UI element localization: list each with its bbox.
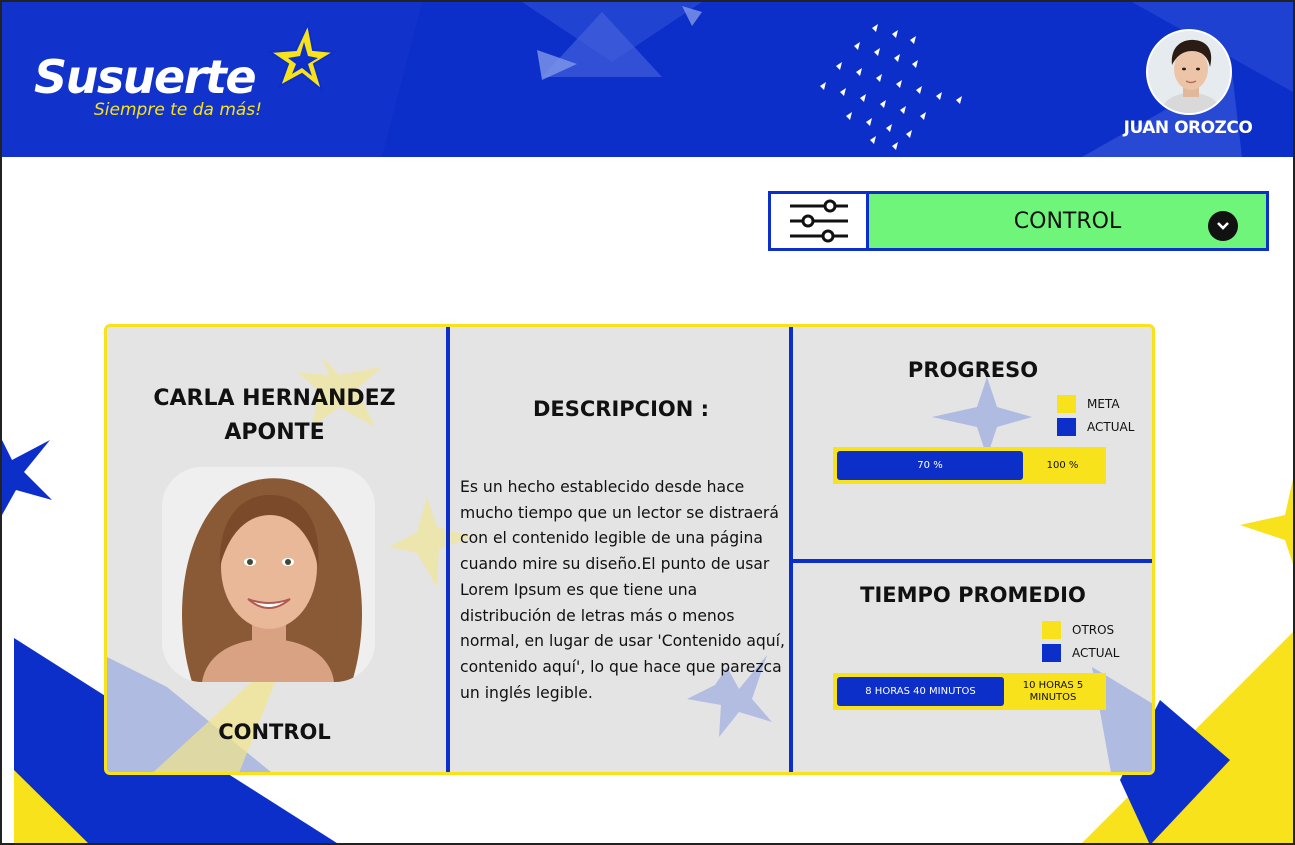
legend-swatch [1042, 620, 1061, 639]
employee-name-line2: APONTE [224, 420, 325, 445]
legend-swatch [1042, 643, 1061, 662]
column-divider [446, 327, 450, 772]
progress-bar: 70 % 100 % [833, 447, 1106, 484]
legend-item-others: OTROS [1042, 618, 1119, 641]
employee-name-line1: CARLA HERNANDEZ [153, 386, 396, 411]
legend-item-actual: ACTUAL [1057, 415, 1134, 438]
description-title: DESCRIPCION : [532, 397, 710, 421]
legend-label: ACTUAL [1087, 419, 1135, 434]
legend-label: OTROS [1072, 622, 1115, 637]
legend-item-actual: ACTUAL [1042, 641, 1119, 664]
legend-swatch [1057, 394, 1076, 413]
progress-legend: META ACTUAL [1057, 392, 1134, 438]
employee-photo [162, 467, 375, 682]
average-time-legend: OTROS ACTUAL [1042, 618, 1119, 664]
average-time-bar-fill: 8 HORAS 40 MINUTOS [837, 677, 1004, 706]
average-time-title: TIEMPO PROMEDIO [860, 583, 1086, 607]
average-time-bar: 8 HORAS 40 MINUTOS 10 HORAS 5 MINUTOS [833, 673, 1106, 710]
description-text: Es un hecho establecido desde hace mucho… [460, 478, 785, 702]
progress-bar-goal: 100 % [1046, 459, 1079, 471]
progress-title: PROGRESO [907, 358, 1039, 382]
employee-name: CARLA HERNANDEZ APONTE [127, 382, 422, 450]
average-time-bar-others: 10 HORAS 5 MINUTOS [1022, 679, 1084, 703]
legend-label: META [1087, 396, 1120, 411]
legend-item-goal: META [1057, 392, 1134, 415]
legend-label: ACTUAL [1072, 645, 1120, 660]
progress-bar-fill: 70 % [837, 451, 1023, 480]
employee-card: CARLA HERNANDEZ APONTE CONTROL DESCRIPCI… [104, 324, 1155, 775]
legend-swatch [1057, 417, 1076, 436]
employee-role: CONTROL [218, 720, 331, 744]
row-divider [793, 559, 1152, 563]
employee-portrait [162, 467, 375, 682]
